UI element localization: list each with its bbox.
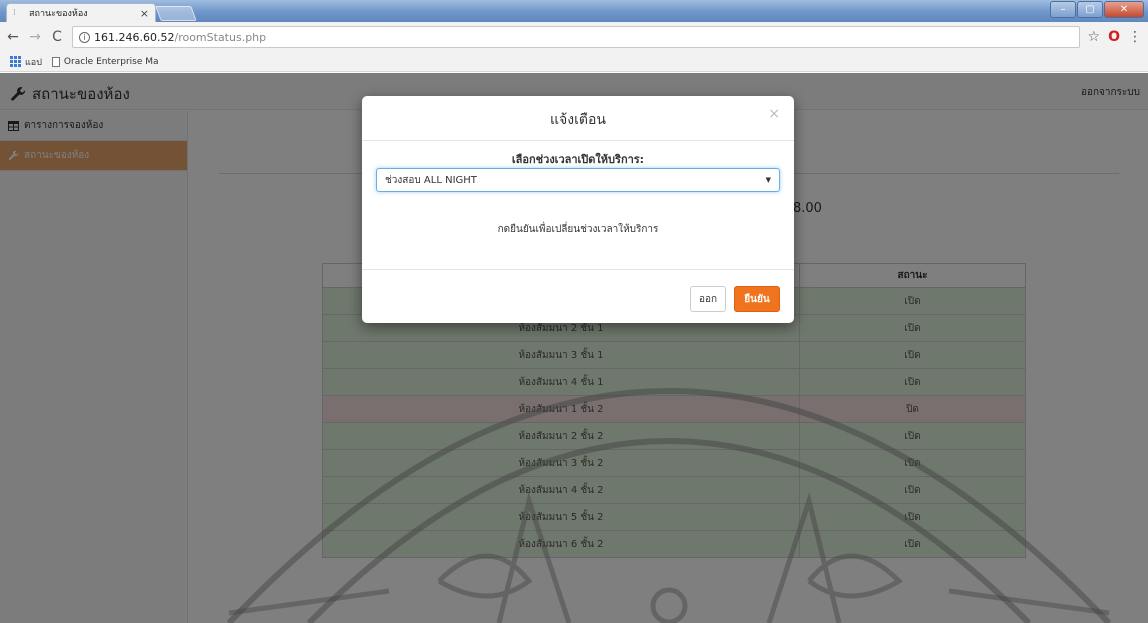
bookmark-star-icon[interactable]: ☆ <box>1088 29 1101 45</box>
forward-button[interactable]: → <box>28 29 42 45</box>
bookmark-label: Oracle Enterprise Ma <box>63 56 159 67</box>
maximize-button[interactable]: ▢ <box>1077 1 1103 18</box>
new-tab-button[interactable] <box>155 6 197 21</box>
reload-button[interactable]: C <box>50 29 64 45</box>
close-window-button[interactable]: ✕ <box>1104 1 1144 18</box>
service-period-select[interactable]: ช่วงสอบ ALL NIGHT ▼ <box>376 168 780 192</box>
alert-modal: แจ้งเตือน × เลือกช่วงเวลาเปิดให้บริการ: … <box>362 96 794 323</box>
select-value: ช่วงสอบ ALL NIGHT <box>385 174 477 186</box>
service-period-label: เลือกช่วงเวลาเปิดให้บริการ: <box>511 153 645 166</box>
bookmark-oracle[interactable]: Oracle Enterprise Ma <box>51 56 159 67</box>
browser-menu-icon[interactable]: ⋮ <box>1128 29 1142 45</box>
modal-body: เลือกช่วงเวลาเปิดให้บริการ: ช่วงสอบ ALL … <box>362 142 794 269</box>
modal-title: แจ้งเตือน <box>550 112 606 128</box>
url-path: /roomStatus.php <box>174 30 267 44</box>
minimize-button[interactable]: – <box>1050 1 1076 18</box>
browser-tab[interactable]: ⁞ สถานะของห้อง × <box>6 3 156 22</box>
window-controls: – ▢ ✕ <box>1050 1 1144 18</box>
close-icon[interactable]: × <box>768 106 780 122</box>
tab-title: สถานะของห้อง <box>29 9 88 19</box>
bookmarks-bar: แอป Oracle Enterprise Ma <box>0 52 1148 72</box>
page-icon <box>51 56 60 67</box>
address-bar[interactable]: i 161.246.60.52/roomStatus.php <box>72 26 1080 48</box>
browser-toolbar: ← → C i 161.246.60.52/roomStatus.php ☆ O… <box>0 22 1148 52</box>
loading-icon: ⁞ <box>13 8 16 18</box>
apps-shortcut[interactable]: แอป <box>10 55 42 69</box>
exit-button[interactable]: ออก <box>690 286 726 312</box>
apps-label: แอป <box>25 57 42 68</box>
back-button[interactable]: ← <box>6 29 20 45</box>
url-host: 161.246.60.52 <box>94 30 175 44</box>
confirm-note: กดยืนยันเพื่อเปลี่ยนช่วงเวลาให้บริการ <box>497 224 659 235</box>
opera-extension-icon[interactable]: O <box>1108 29 1120 45</box>
modal-header: แจ้งเตือน × <box>362 96 794 141</box>
modal-footer: ออก ยืนยัน <box>362 269 794 323</box>
info-icon[interactable]: i <box>79 31 90 43</box>
tab-close-icon[interactable]: × <box>140 7 149 20</box>
window-titlebar: ⁞ สถานะของห้อง × – ▢ ✕ <box>0 0 1148 22</box>
apps-grid-icon <box>10 56 21 67</box>
confirm-button[interactable]: ยืนยัน <box>734 286 780 312</box>
caret-down-icon: ▼ <box>765 176 771 184</box>
